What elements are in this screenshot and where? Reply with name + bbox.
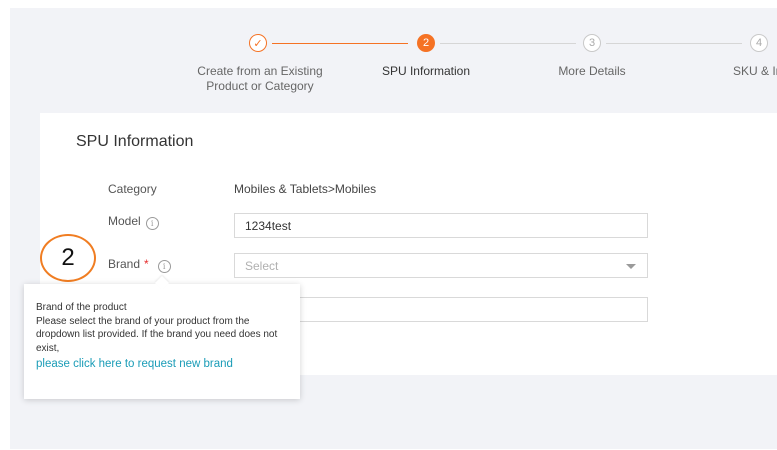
info-icon[interactable]: i	[157, 260, 171, 273]
step-4-label: SKU & Ima	[733, 64, 777, 78]
model-label-text: Model	[108, 214, 141, 228]
step-3-indicator[interactable]: 3	[583, 34, 601, 52]
annotation-step-badge: 2	[40, 234, 96, 282]
step-2-label: SPU Information	[381, 64, 471, 78]
info-icon[interactable]: i	[145, 217, 159, 230]
step-4-indicator[interactable]: 4	[750, 34, 768, 52]
tooltip-title: Brand of the product	[36, 302, 127, 313]
model-label: Model i	[108, 214, 159, 230]
model-input[interactable]: 1234test	[234, 213, 648, 238]
step-1-check-icon[interactable]: ✓	[249, 34, 267, 52]
step-1-label-line2: Product or Category	[206, 79, 314, 93]
brand-tooltip: Brand of the product Please select the b…	[24, 284, 300, 399]
step-connector-2	[440, 43, 576, 44]
required-marker: *	[144, 257, 149, 271]
step-1-label: Create from an Existing Product or Categ…	[180, 64, 340, 94]
brand-label: Brand * i	[108, 257, 171, 273]
brand-select-placeholder: Select	[245, 258, 279, 273]
brand-label-text: Brand	[108, 257, 141, 271]
step-connector-3	[606, 43, 742, 44]
category-label: Category	[108, 182, 157, 196]
section-title: SPU Information	[76, 133, 194, 150]
brand-select[interactable]: Select	[234, 253, 648, 278]
step-1-label-line1: Create from an Existing	[197, 64, 323, 78]
request-new-brand-link[interactable]: please click here to request new brand	[36, 358, 288, 372]
step-connector-1	[272, 43, 408, 44]
step-2-indicator[interactable]: 2	[417, 34, 435, 52]
step-3-label: More Details	[558, 64, 626, 78]
tooltip-body: Please select the brand of your product …	[36, 315, 278, 354]
category-value: Mobiles & Tablets>Mobiles	[234, 182, 377, 196]
model-input-value: 1234test	[245, 218, 292, 233]
chevron-down-icon	[626, 264, 636, 269]
